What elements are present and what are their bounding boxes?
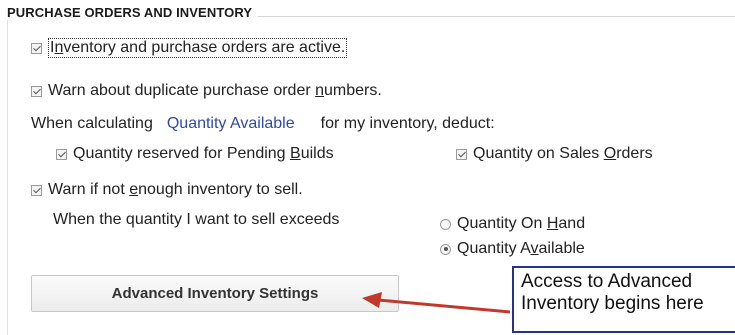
warn-duplicate-po-label: Warn about duplicate purchase order numb… [48,82,382,99]
radio-quantity-on-hand-option[interactable]: Quantity On Hand [440,215,585,233]
warn-duplicate-po-checkbox[interactable] [31,85,42,97]
callout-line-1: Access to Advanced [521,271,693,292]
callout-line-2: Inventory begins here [521,293,704,314]
calc-suffix: for my inventory, deduct: [320,115,495,132]
inventory-active-label: Inventory and purchase orders are active… [48,38,348,58]
quantity-available-link[interactable]: Quantity Available [167,115,295,133]
warn-not-enough-label: Warn if not enough inventory to sell. [48,181,303,198]
warn-not-enough-option[interactable]: Warn if not enough inventory to sell. [31,181,303,199]
callout-box: Access to Advanced Inventory begins here [512,266,735,333]
reserved-pending-builds-label: Quantity reserved for Pending Builds [73,145,334,162]
reserved-pending-builds-option[interactable]: Quantity reserved for Pending Builds [56,145,334,163]
warn-not-enough-checkbox[interactable] [31,184,42,196]
radio-quantity-available-label: Quantity Available [457,240,585,257]
warn-duplicate-po-option[interactable]: Warn about duplicate purchase order numb… [31,82,382,100]
qty-sales-orders-checkbox[interactable] [456,148,467,160]
reserved-pending-builds-checkbox[interactable] [56,148,67,160]
advanced-inventory-settings-button[interactable]: Advanced Inventory Settings [31,275,399,312]
qty-sales-orders-option[interactable]: Quantity on Sales Orders [456,145,653,163]
calculation-line: When calculating Quantity Available for … [31,115,495,133]
group-border-left [7,16,8,335]
sell-exceeds-label: When the quantity I want to sell exceeds [53,211,340,228]
radio-quantity-available[interactable] [440,243,451,255]
qty-sales-orders-label: Quantity on Sales Orders [473,145,653,162]
section-title: PURCHASE ORDERS AND INVENTORY [7,5,259,20]
inventory-active-option[interactable]: Inventory and purchase orders are active… [31,38,348,58]
radio-quantity-on-hand[interactable] [440,218,451,230]
radio-quantity-on-hand-label: Quantity On Hand [457,215,586,232]
inventory-active-checkbox[interactable] [31,42,42,54]
radio-quantity-available-option[interactable]: Quantity Available [440,240,585,258]
calc-prefix: When calculating [31,115,153,132]
